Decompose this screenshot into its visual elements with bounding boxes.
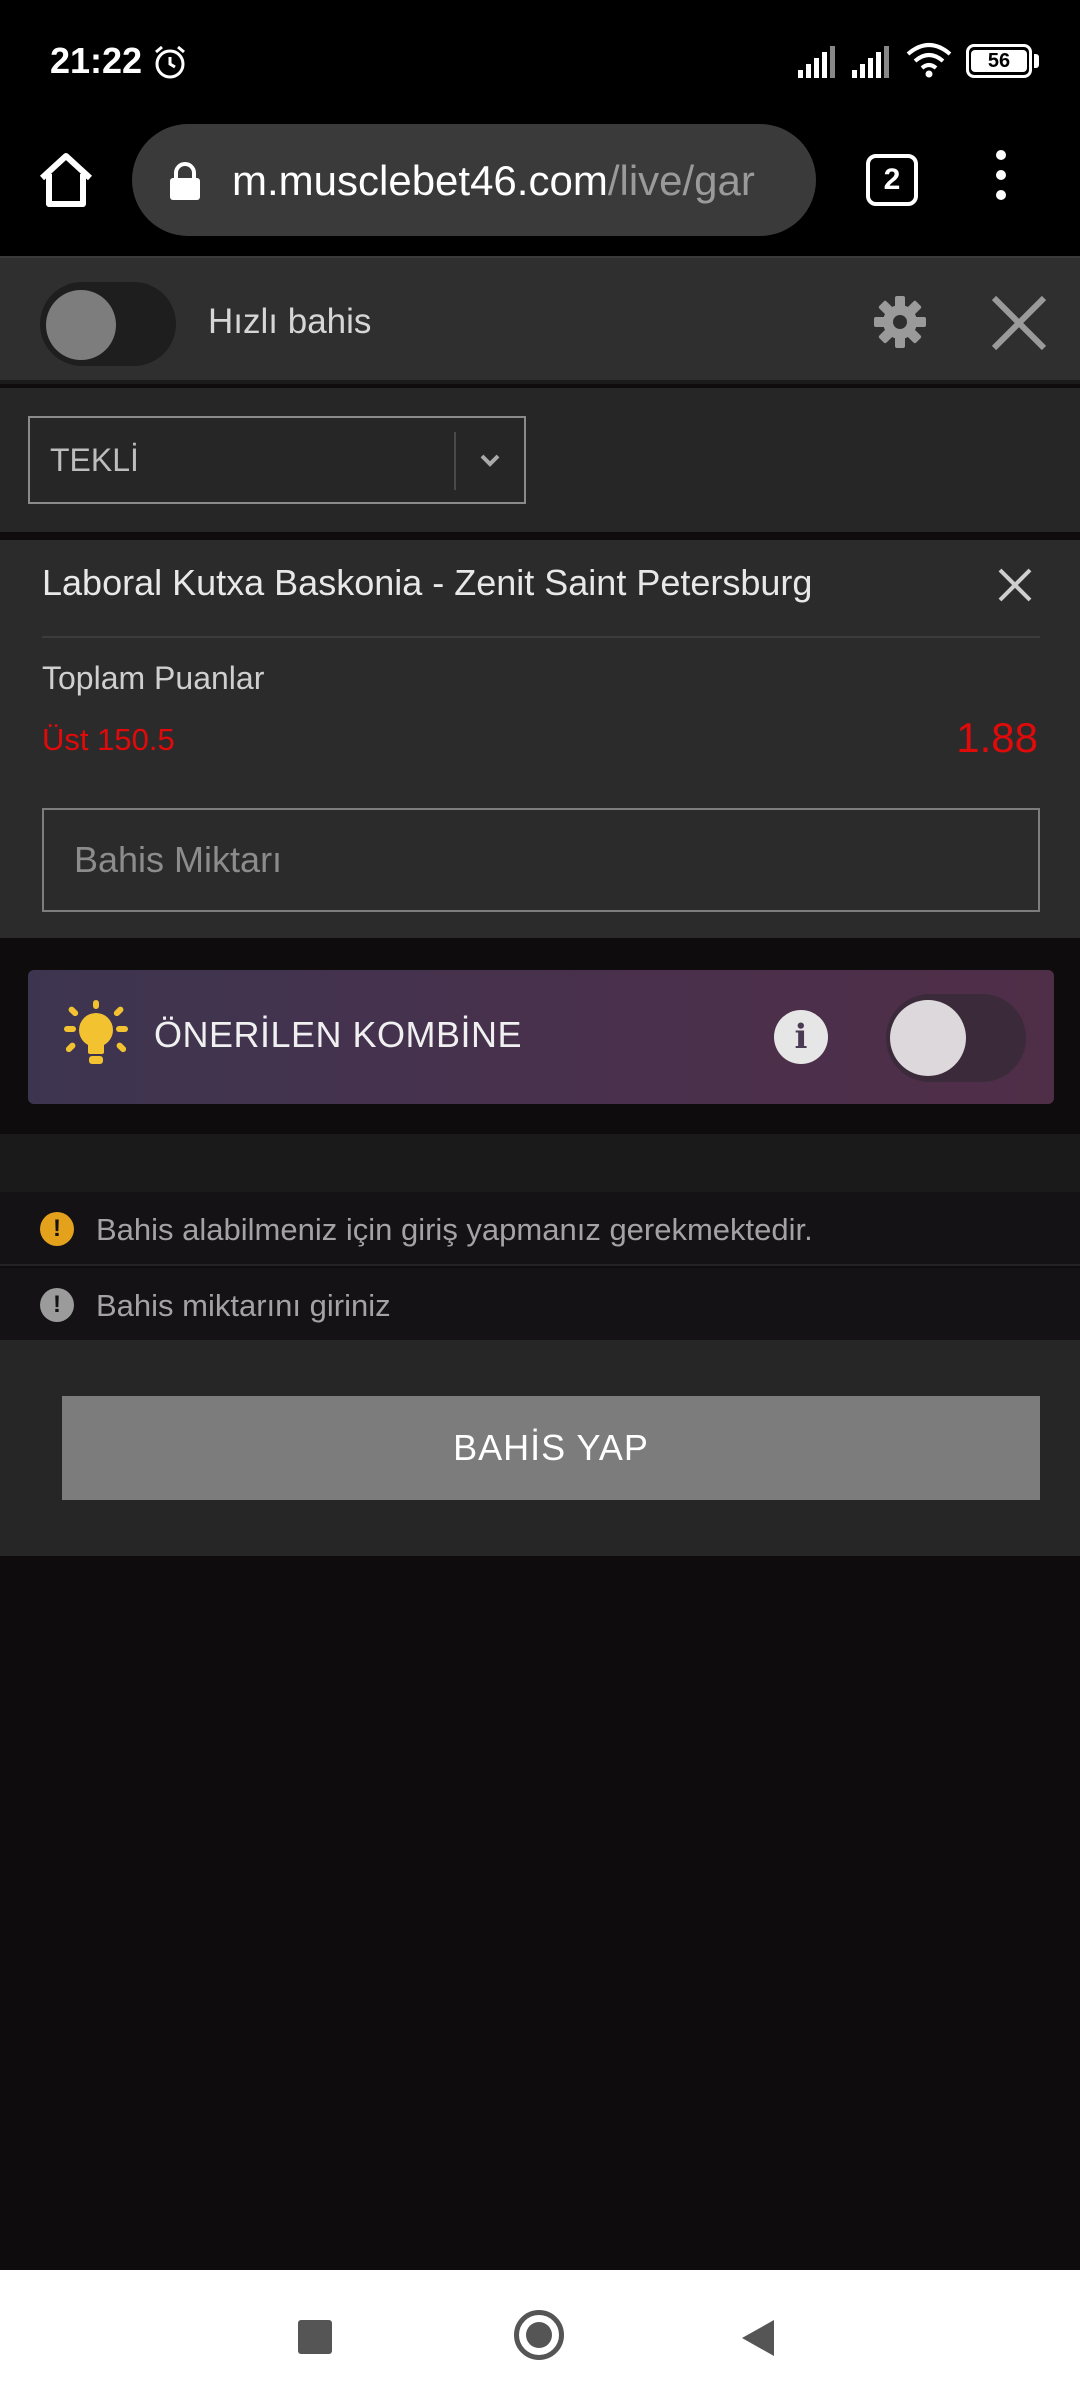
warning-icon: ! — [40, 1212, 74, 1246]
outcome-name: Üst 150.5 — [42, 722, 175, 757]
tab-switcher-button[interactable]: 2 — [866, 154, 918, 206]
url-domain: m.musclebet46.com — [232, 157, 608, 204]
bet-type-section: TEKLİ — [0, 388, 1080, 532]
battery-tip — [1034, 54, 1039, 68]
lock-icon — [170, 162, 200, 200]
odds-value: 1.88 — [956, 714, 1038, 761]
recents-icon[interactable] — [298, 2320, 332, 2354]
message-text: Bahis alabilmeniz için giriş yapmanız ge… — [96, 1212, 813, 1247]
stake-info-message: ! Bahis miktarını giriniz — [0, 1268, 1080, 1342]
login-warning-message: ! Bahis alabilmeniz için giriş yapmanız … — [0, 1192, 1080, 1266]
battery-icon: 56 — [966, 44, 1032, 78]
submit-area: BAHİS YAP — [0, 1340, 1080, 1556]
info-circle-icon: ! — [40, 1288, 74, 1322]
market-name: Toplam Puanlar — [42, 660, 265, 696]
url-text: m.musclebet46.com/live/gar — [232, 157, 755, 205]
stake-input[interactable] — [42, 808, 1040, 912]
suggested-combo-label: ÖNERİLEN KOMBİNE — [154, 1014, 523, 1055]
dropdown-divider — [454, 432, 456, 490]
wifi-icon — [906, 43, 952, 78]
bet-type-value: TEKLİ — [50, 442, 139, 478]
section-divider — [0, 1134, 1080, 1192]
lightbulb-icon — [64, 1000, 128, 1064]
place-bet-button[interactable]: BAHİS YAP — [62, 1396, 1040, 1500]
suggested-combo-banner: ÖNERİLEN KOMBİNE i — [28, 970, 1054, 1104]
suggested-combo-toggle[interactable] — [886, 994, 1026, 1082]
match-title: Laboral Kutxa Baskonia - Zenit Saint Pet… — [42, 562, 813, 603]
status-time: 21:22 — [50, 40, 143, 81]
back-icon[interactable] — [740, 2318, 776, 2358]
signal-icon — [798, 46, 835, 78]
browser-menu-icon[interactable] — [986, 150, 1016, 210]
divider — [42, 636, 1040, 638]
betslip-header: Hızlı bahis — [0, 256, 1080, 384]
status-bar: 21:22 56 — [0, 0, 1080, 120]
home-icon[interactable] — [34, 148, 98, 212]
signal-icon — [852, 46, 889, 78]
quick-bet-toggle[interactable] — [40, 282, 176, 366]
toggle-knob — [46, 290, 116, 360]
alarm-icon — [155, 45, 185, 79]
chevron-down-icon — [480, 454, 500, 467]
remove-selection-icon[interactable] — [996, 566, 1034, 604]
url-path: /live/gar — [607, 157, 755, 204]
selection-card: Laboral Kutxa Baskonia - Zenit Saint Pet… — [0, 540, 1080, 938]
close-betslip-icon[interactable] — [990, 294, 1048, 352]
quick-bet-label: Hızlı bahis — [208, 302, 372, 341]
toggle-knob — [890, 1000, 966, 1076]
system-nav-bar — [0, 2270, 1080, 2400]
info-icon[interactable]: i — [774, 1010, 828, 1064]
gear-icon[interactable] — [872, 294, 928, 350]
home-nav-icon[interactable] — [514, 2310, 564, 2360]
address-bar[interactable]: m.musclebet46.com/live/gar — [132, 124, 816, 236]
bet-type-select[interactable]: TEKLİ — [28, 416, 526, 504]
battery-level: 56 — [971, 50, 1027, 72]
message-text: Bahis miktarını giriniz — [96, 1288, 391, 1323]
browser-toolbar: m.musclebet46.com/live/gar 2 — [0, 120, 1080, 256]
